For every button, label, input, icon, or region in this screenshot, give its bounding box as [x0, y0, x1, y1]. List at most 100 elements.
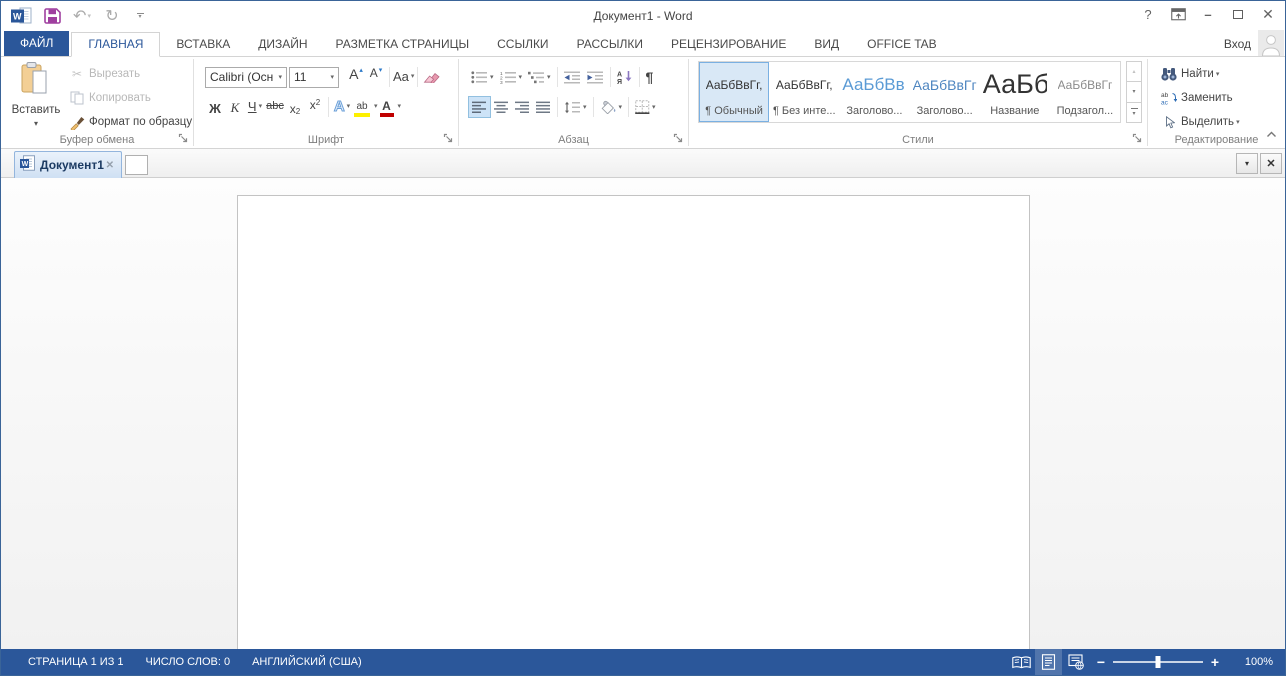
undo-dropdown-icon[interactable]: ▾: [87, 12, 91, 20]
line-spacing-button[interactable]: ▾: [561, 96, 590, 118]
shrink-font-button[interactable]: A ▾: [366, 66, 386, 88]
close-button[interactable]: ✕: [1253, 1, 1283, 27]
style-heading1[interactable]: АаБбВвГг Заголово...: [839, 62, 909, 122]
zoom-slider-handle[interactable]: [1156, 656, 1161, 668]
paste-button[interactable]: Вставить ▾: [7, 61, 65, 141]
underline-dropdown-icon[interactable]: ▾: [259, 102, 263, 110]
bullets-button[interactable]: ▾: [468, 66, 497, 88]
cut-button[interactable]: ✂ Вырезать: [68, 62, 192, 86]
tab-references[interactable]: ССЫЛКИ: [485, 32, 560, 56]
numbering-button[interactable]: 1 2 3 ▾: [497, 66, 526, 88]
multilevel-dropdown-icon[interactable]: ▾: [547, 73, 551, 81]
font-family-dropdown-icon[interactable]: ▾: [274, 73, 286, 81]
zoom-out-button[interactable]: −: [1089, 654, 1113, 670]
copy-button[interactable]: Копировать: [68, 86, 192, 110]
styles-gallery-more-button[interactable]: ▾: [1126, 102, 1142, 123]
font-family-combobox[interactable]: Calibri (Осн ▾: [205, 67, 287, 88]
shading-dropdown-icon[interactable]: ▾: [619, 103, 623, 111]
superscript-button[interactable]: x 2: [305, 96, 325, 118]
ribbon-display-options-button[interactable]: [1163, 1, 1193, 27]
line-spacing-dropdown-icon[interactable]: ▾: [583, 103, 587, 111]
tab-bar-close-button[interactable]: ✕: [1260, 153, 1282, 174]
align-left-button[interactable]: [468, 96, 491, 118]
find-button[interactable]: Найти ▾: [1159, 62, 1240, 86]
style-no-spacing[interactable]: АаБбВвГг, ¶ Без инте...: [769, 62, 839, 122]
font-dialog-launcher[interactable]: [443, 133, 454, 144]
font-size-dropdown-icon[interactable]: ▾: [326, 73, 338, 81]
print-layout-button[interactable]: [1035, 649, 1062, 675]
web-layout-button[interactable]: [1062, 649, 1089, 675]
new-document-tab-button[interactable]: [125, 155, 148, 175]
select-button[interactable]: Выделить ▾: [1159, 110, 1240, 134]
numbering-dropdown-icon[interactable]: ▾: [519, 73, 523, 81]
sign-in-link[interactable]: Вход: [1224, 37, 1251, 51]
tab-file[interactable]: ФАЙЛ: [4, 31, 69, 56]
document-tab-close-icon[interactable]: ✕: [106, 160, 114, 171]
sort-button[interactable]: А Я: [614, 66, 636, 88]
tab-home[interactable]: ГЛАВНАЯ: [71, 32, 160, 57]
tab-design[interactable]: ДИЗАЙН: [246, 32, 319, 56]
find-dropdown-icon[interactable]: ▾: [1216, 70, 1220, 78]
change-case-button[interactable]: Aa ▾: [393, 66, 414, 88]
clear-formatting-button[interactable]: [421, 66, 441, 88]
styles-scroll-down-button[interactable]: ▾: [1126, 81, 1142, 102]
paste-dropdown-icon[interactable]: ▾: [34, 119, 38, 128]
underline-button[interactable]: Ч ▾: [245, 96, 265, 118]
tab-office-tab[interactable]: OFFICE TAB: [855, 32, 949, 56]
tab-page-layout[interactable]: РАЗМЕТКА СТРАНИЦЫ: [324, 32, 482, 56]
zoom-level[interactable]: 100%: [1227, 656, 1273, 668]
bullets-dropdown-icon[interactable]: ▾: [490, 73, 494, 81]
customize-qat-button[interactable]: ▾: [127, 3, 153, 28]
align-center-button[interactable]: [491, 96, 512, 118]
style-title[interactable]: АаБбВвГг Название: [980, 62, 1050, 122]
increase-indent-button[interactable]: [584, 66, 607, 88]
show-paragraph-marks-button[interactable]: ¶: [643, 66, 657, 88]
paragraph-dialog-launcher[interactable]: [673, 133, 684, 144]
replace-button[interactable]: ab ac Заменить: [1159, 86, 1240, 110]
italic-button[interactable]: К: [225, 96, 245, 118]
save-button[interactable]: [37, 3, 67, 28]
zoom-slider[interactable]: [1113, 661, 1203, 663]
font-color-button[interactable]: А ▾: [378, 96, 402, 118]
shading-button[interactable]: ▾: [597, 96, 626, 118]
font-color-dropdown-icon[interactable]: ▾: [398, 102, 402, 110]
text-effects-dropdown-icon[interactable]: ▾: [347, 102, 351, 110]
highlight-button[interactable]: ab ▾: [352, 96, 378, 118]
user-avatar[interactable]: [1258, 30, 1284, 56]
justify-button[interactable]: [533, 96, 554, 118]
undo-button[interactable]: ↶ ▾: [67, 3, 97, 28]
zoom-in-button[interactable]: +: [1203, 654, 1227, 670]
style-heading2[interactable]: АаБбВвГг Заголово...: [910, 62, 980, 122]
tab-list-dropdown-button[interactable]: ▾: [1236, 153, 1258, 174]
style-normal[interactable]: АаБбВвГг, ¶ Обычный: [699, 62, 769, 122]
styles-scroll-up-button[interactable]: ▴: [1126, 61, 1142, 82]
help-button[interactable]: ?: [1133, 1, 1163, 27]
multilevel-list-button[interactable]: ▾: [525, 66, 554, 88]
tab-view[interactable]: ВИД: [802, 32, 851, 56]
clipboard-dialog-launcher[interactable]: [178, 133, 189, 144]
tab-mailings[interactable]: РАССЫЛКИ: [565, 32, 655, 56]
collapse-ribbon-button[interactable]: [1266, 125, 1277, 143]
tab-insert[interactable]: ВСТАВКА: [164, 32, 242, 56]
decrease-indent-button[interactable]: [561, 66, 584, 88]
word-logo-icon[interactable]: W: [7, 3, 37, 28]
strikethrough-button[interactable]: abc: [265, 96, 285, 118]
borders-button[interactable]: ▾: [632, 96, 659, 118]
align-right-button[interactable]: [512, 96, 533, 118]
tab-review[interactable]: РЕЦЕНЗИРОВАНИЕ: [659, 32, 798, 56]
text-effects-button[interactable]: А ▾: [332, 96, 352, 118]
grow-font-button[interactable]: A ▴: [346, 66, 366, 88]
styles-dialog-launcher[interactable]: [1132, 133, 1143, 144]
bold-button[interactable]: Ж: [205, 96, 225, 118]
document-tab-active[interactable]: W Документ1 ✕: [14, 151, 122, 178]
minimize-button[interactable]: –: [1193, 1, 1223, 27]
redo-button[interactable]: ↻: [97, 3, 127, 28]
borders-dropdown-icon[interactable]: ▾: [652, 103, 656, 111]
select-dropdown-icon[interactable]: ▾: [1236, 118, 1240, 126]
document-page[interactable]: [237, 195, 1030, 649]
font-size-combobox[interactable]: 11 ▾: [289, 67, 339, 88]
language-indicator[interactable]: АНГЛИЙСКИЙ (США): [252, 656, 362, 668]
subscript-button[interactable]: x 2: [285, 96, 305, 118]
style-subtitle[interactable]: АаБбВвГг Подзагол...: [1050, 62, 1120, 122]
format-painter-button[interactable]: Формат по образцу: [68, 110, 192, 134]
